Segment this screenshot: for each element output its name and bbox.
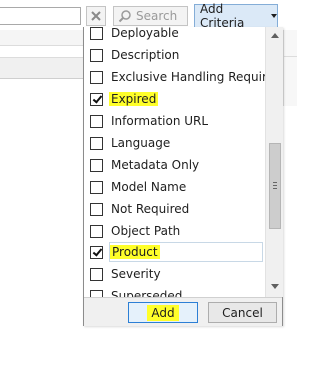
- criteria-checkbox[interactable]: [90, 245, 103, 259]
- criteria-checkbox[interactable]: [90, 202, 103, 216]
- criteria-item-information-url[interactable]: Information URL: [84, 110, 265, 132]
- add-criteria-label: Add Criteria: [200, 2, 245, 30]
- criteria-scrollbar[interactable]: [265, 27, 283, 297]
- criteria-label: Model Name: [111, 180, 187, 194]
- criteria-label: Language: [111, 136, 171, 150]
- criteria-label: Not Required: [111, 202, 190, 216]
- criteria-label: Object Path: [111, 224, 181, 238]
- search-input[interactable]: [0, 7, 81, 25]
- criteria-checkbox[interactable]: [90, 267, 103, 281]
- criteria-item-language[interactable]: Language: [84, 132, 265, 154]
- focus-outline: Product: [109, 242, 263, 262]
- criteria-label: Expired: [109, 92, 159, 106]
- criteria-item-superseded[interactable]: Superseded: [84, 285, 265, 297]
- background-column-header: [0, 57, 84, 79]
- background-side-panel: [283, 30, 297, 106]
- grip-line: [273, 182, 277, 183]
- criteria-item-deployable[interactable]: Deployable: [84, 27, 265, 44]
- criteria-label: Exclusive Handling Required: [111, 70, 265, 84]
- criteria-item-model-name[interactable]: Model Name: [84, 176, 265, 198]
- cancel-button[interactable]: Cancel: [208, 302, 277, 323]
- clear-search-button[interactable]: [86, 6, 106, 26]
- add-button-label: Add: [147, 304, 179, 321]
- criteria-list: Deployable Description Exclusive Handlin…: [84, 27, 265, 297]
- criteria-item-metadata-only[interactable]: Metadata Only: [84, 154, 265, 176]
- grip-line: [273, 185, 277, 186]
- criteria-label: Deployable: [111, 27, 179, 40]
- criteria-checkbox[interactable]: [90, 180, 103, 194]
- criteria-item-severity[interactable]: Severity: [84, 263, 265, 285]
- add-criteria-button[interactable]: Add Criteria: [194, 2, 278, 30]
- criteria-label: Metadata Only: [111, 158, 200, 172]
- criteria-label: Product: [110, 245, 160, 259]
- criteria-checkbox[interactable]: [90, 48, 103, 62]
- add-button[interactable]: Add: [128, 302, 198, 323]
- criteria-checkbox[interactable]: [90, 289, 103, 297]
- search-button[interactable]: Search: [113, 6, 188, 26]
- criteria-checkbox[interactable]: [90, 27, 103, 40]
- search-button-label: Search: [136, 9, 178, 23]
- criteria-item-object-path[interactable]: Object Path: [84, 220, 265, 242]
- criteria-checkbox[interactable]: [90, 158, 103, 172]
- scroll-down-arrow-icon[interactable]: [271, 284, 279, 289]
- criteria-item-not-required[interactable]: Not Required: [84, 198, 265, 220]
- criteria-item-exclusive-handling-required[interactable]: Exclusive Handling Required: [84, 66, 265, 88]
- criteria-item-expired[interactable]: Expired: [84, 88, 265, 110]
- criteria-item-description[interactable]: Description: [84, 44, 265, 66]
- background-toolbar-strip: [0, 30, 84, 46]
- criteria-checkbox[interactable]: [90, 114, 103, 128]
- criteria-item-product[interactable]: Product: [84, 241, 265, 263]
- criteria-checkbox[interactable]: [90, 224, 103, 238]
- cancel-button-label: Cancel: [222, 305, 263, 320]
- scrollbar-thumb[interactable]: [269, 143, 281, 229]
- criteria-dropdown: Deployable Description Exclusive Handlin…: [83, 27, 283, 326]
- criteria-checkbox[interactable]: [90, 70, 103, 84]
- x-icon: [91, 11, 101, 21]
- chevron-down-icon: [271, 14, 277, 18]
- criteria-label: Severity: [111, 267, 161, 281]
- criteria-checkbox[interactable]: [90, 136, 103, 150]
- criteria-label: Superseded: [111, 289, 183, 297]
- criteria-checkbox[interactable]: [90, 92, 103, 106]
- grip-line: [273, 188, 277, 189]
- background-divider: [283, 56, 297, 57]
- criteria-label: Description: [111, 48, 180, 62]
- criteria-label: Information URL: [111, 114, 209, 128]
- dropdown-footer: Add Cancel: [84, 297, 282, 326]
- search-icon: [118, 10, 131, 23]
- scroll-up-arrow-icon[interactable]: [271, 33, 279, 38]
